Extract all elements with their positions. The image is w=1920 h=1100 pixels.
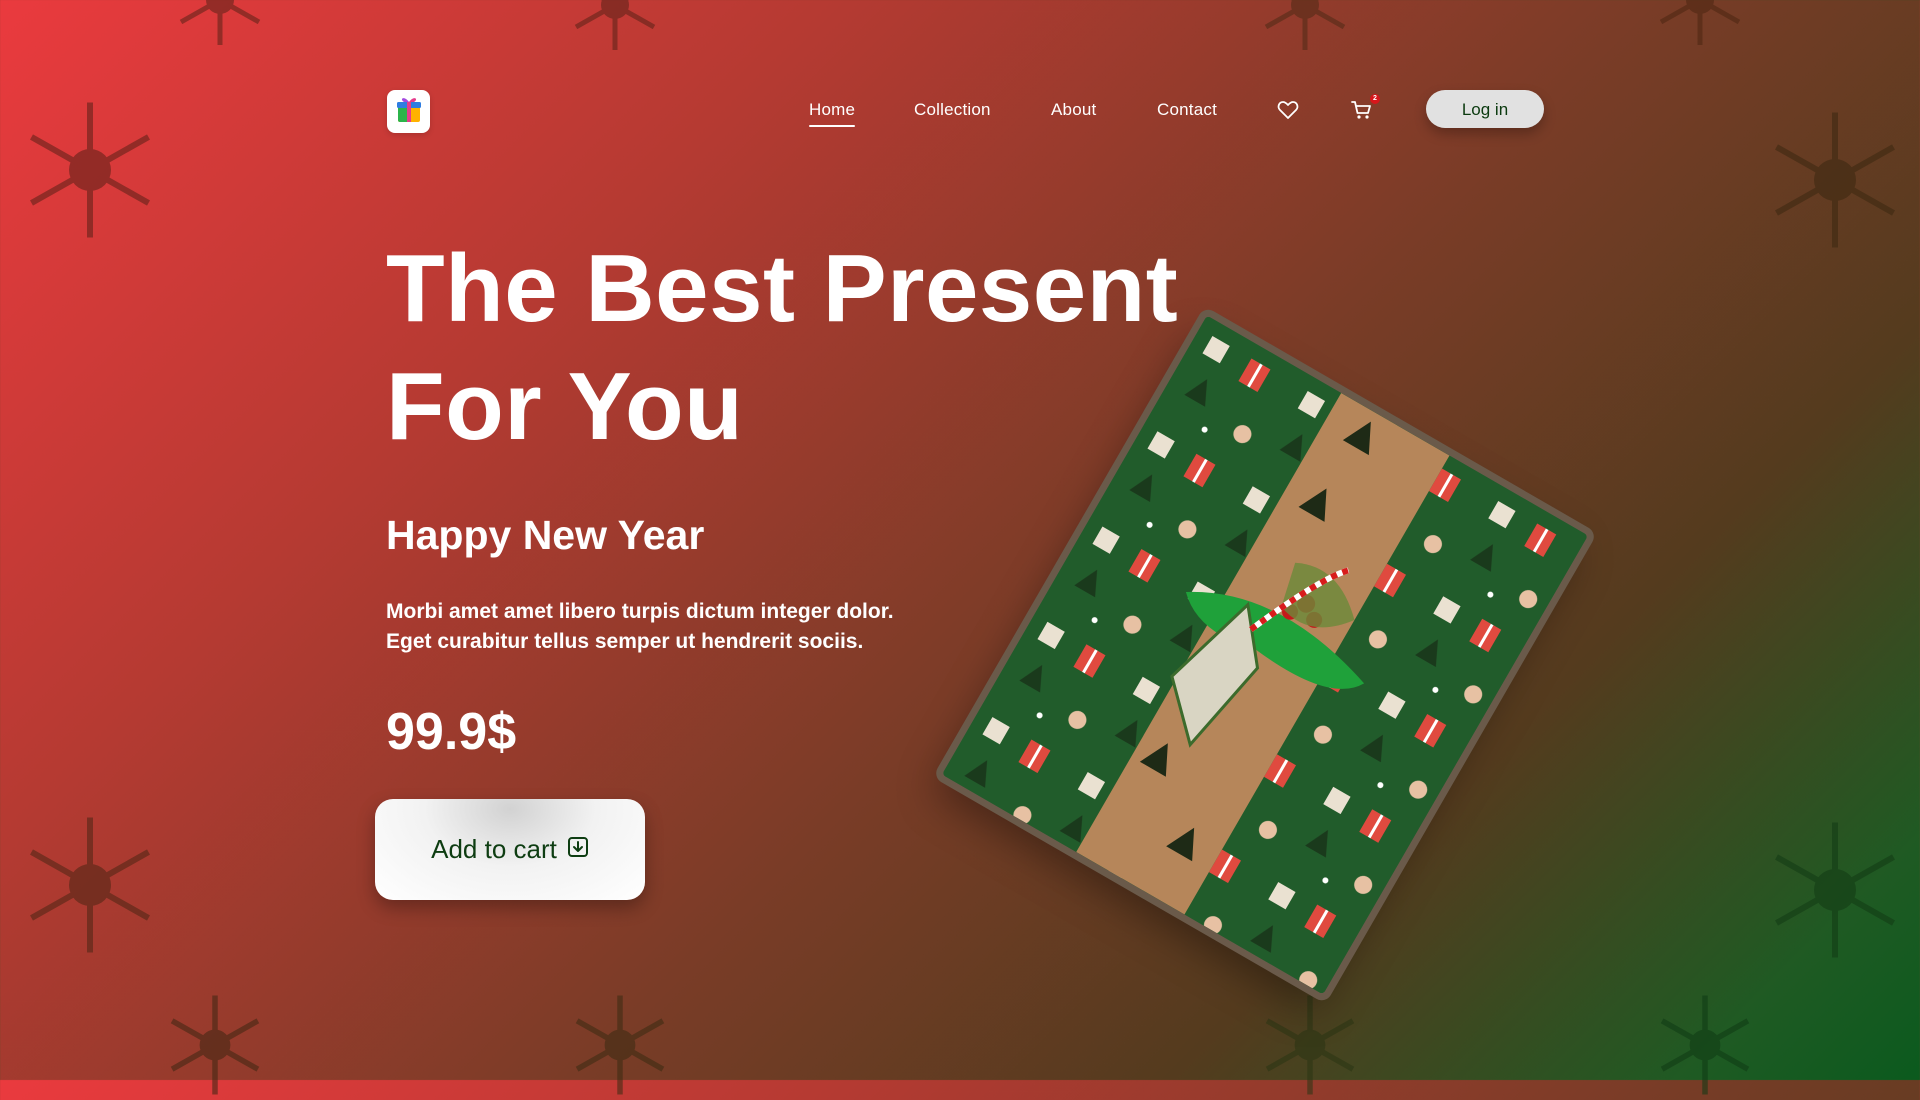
nav-link-about[interactable]: About — [1051, 100, 1096, 120]
snowflake-decoration — [1760, 815, 1910, 965]
nav-link-collection[interactable]: Collection — [914, 100, 991, 120]
login-button[interactable]: Log in — [1426, 90, 1544, 128]
heart-icon[interactable] — [1276, 98, 1300, 122]
download-box-icon — [567, 834, 589, 865]
hero-title-line-1: The Best Present — [386, 235, 1179, 342]
snowflake-decoration — [1255, 0, 1355, 55]
snowflake-decoration — [1650, 0, 1750, 50]
hero-subtitle: Happy New Year — [386, 512, 705, 558]
nav-link-contact[interactable]: Contact — [1157, 100, 1217, 120]
add-to-cart-label: Add to cart — [431, 834, 557, 864]
snowflake-decoration — [1255, 990, 1365, 1100]
top-nav: Home Collection About Contact — [0, 96, 1920, 127]
snowflake-decoration — [170, 0, 270, 50]
snowflake-decoration — [1650, 990, 1760, 1100]
cart-count-badge: 2 — [1370, 94, 1380, 104]
snowflake-decoration — [1760, 105, 1910, 255]
nav-link-home[interactable]: Home — [809, 100, 856, 127]
add-to-cart-button[interactable]: Add to cart — [375, 799, 645, 900]
hero-description-line-1: Morbi amet amet libero turpis dictum int… — [386, 600, 894, 623]
snowflake-decoration — [160, 990, 270, 1100]
hero-description: Morbi amet amet libero turpis dictum int… — [386, 597, 1006, 657]
hero-description-line-2: Eget curabitur tellus semper ut hendreri… — [386, 630, 864, 653]
snowflake-decoration — [565, 990, 675, 1100]
cart-icon[interactable]: 2 — [1350, 94, 1380, 122]
snowflake-decoration — [15, 810, 165, 960]
snowflake-decoration — [565, 0, 665, 55]
price-label: 99.9$ — [386, 703, 517, 761]
